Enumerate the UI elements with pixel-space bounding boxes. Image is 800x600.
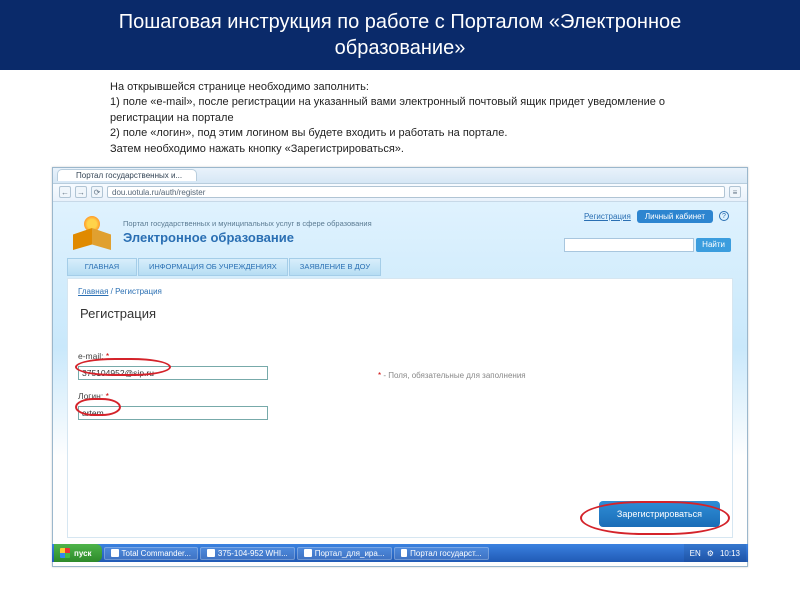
form-row-login: Логин: * xyxy=(78,391,722,421)
nav-home[interactable]: ГЛАВНАЯ xyxy=(67,258,137,276)
favicon-icon xyxy=(64,172,72,180)
login-label: Логин: * xyxy=(78,391,722,401)
app-icon xyxy=(304,549,312,557)
instructions-line-1: 1) поле «e-mail», после регистрации на у… xyxy=(110,95,710,126)
link-register[interactable]: Регистрация xyxy=(584,212,631,221)
language-indicator[interactable]: EN xyxy=(690,549,701,558)
start-button[interactable]: пуск xyxy=(54,544,102,562)
instructions-intro: На открывшейся странице необходимо запол… xyxy=(110,80,710,95)
corner-decoration-tr xyxy=(736,8,792,50)
search-input[interactable] xyxy=(564,238,694,252)
page-heading: Регистрация xyxy=(80,306,722,321)
breadcrumb: Главная / Регистрация xyxy=(78,287,722,296)
browser-tabstrip: Портал государственных и... xyxy=(53,168,747,184)
portal-title: Электронное образование xyxy=(123,230,372,245)
taskbar-item-2[interactable]: 375-104-952 WHI... xyxy=(200,547,295,560)
instructions-block: На открывшейся странице необходимо запол… xyxy=(0,78,800,163)
tab-title: Портал государственных и... xyxy=(76,171,182,180)
system-tray: EN ⚙ 10:13 xyxy=(684,544,746,562)
app-icon xyxy=(207,549,215,557)
portal-subtitle: Портал государственных и муниципальных у… xyxy=(123,219,372,228)
menu-button[interactable]: ≡ xyxy=(729,186,741,198)
help-icon[interactable]: ? xyxy=(719,211,729,221)
main-nav: ГЛАВНАЯ ИНФОРМАЦИЯ ОБ УЧРЕЖДЕНИЯХ ЗАЯВЛЕ… xyxy=(67,258,733,276)
browser-toolbar: ← → ⟳ dou.uotula.ru/auth/register ≡ xyxy=(53,184,747,202)
email-field[interactable] xyxy=(78,366,268,380)
url-text: dou.uotula.ru/auth/register xyxy=(112,188,205,197)
instructions-line-2: 2) поле «логин», под этим логином вы буд… xyxy=(110,126,710,141)
taskbar-item-1[interactable]: Total Commander... xyxy=(104,547,198,560)
app-icon xyxy=(111,549,119,557)
taskbar-item-3[interactable]: Портал_для_ира... xyxy=(297,547,392,560)
browser-window: Портал государственных и... ← → ⟳ dou.uo… xyxy=(52,167,748,567)
slide-title: Пошаговая инструкция по работе с Портало… xyxy=(0,0,800,70)
search-box: Найти xyxy=(564,238,731,252)
login-field[interactable] xyxy=(78,406,268,420)
nav-info[interactable]: ИНФОРМАЦИЯ ОБ УЧРЕЖДЕНИЯХ xyxy=(138,258,288,276)
taskbar-item-4[interactable]: Портал государст... xyxy=(394,547,489,560)
address-bar[interactable]: dou.uotula.ru/auth/register xyxy=(107,186,725,198)
reload-button[interactable]: ⟳ xyxy=(91,186,103,198)
instructions-outro: Затем необходимо нажать кнопку «Зарегист… xyxy=(110,142,710,157)
nav-application[interactable]: ЗАЯВЛЕНИЕ В ДОУ xyxy=(289,258,381,276)
search-button[interactable]: Найти xyxy=(696,238,731,252)
taskbar: пуск Total Commander... 375-104-952 WHI.… xyxy=(52,544,748,562)
page-body: Регистрация Личный кабинет ? Портал госу… xyxy=(53,202,747,566)
form-row-email: e-mail: * xyxy=(78,351,722,381)
breadcrumb-current: Регистрация xyxy=(115,287,162,296)
windows-icon xyxy=(60,548,70,558)
tray-icon[interactable]: ⚙ xyxy=(707,549,714,558)
content-card: Главная / Регистрация Регистрация * - По… xyxy=(67,278,733,538)
register-button[interactable]: Зарегистрироваться xyxy=(599,501,720,527)
email-label: e-mail: * xyxy=(78,351,722,361)
link-cabinet[interactable]: Личный кабинет xyxy=(637,210,713,223)
clock[interactable]: 10:13 xyxy=(720,549,740,558)
app-icon xyxy=(401,549,408,557)
breadcrumb-home[interactable]: Главная xyxy=(78,287,108,296)
forward-button[interactable]: → xyxy=(75,186,87,198)
back-button[interactable]: ← xyxy=(59,186,71,198)
browser-tab[interactable]: Портал государственных и... xyxy=(57,169,197,181)
portal-logo xyxy=(71,214,113,250)
corner-decoration-tl xyxy=(8,8,64,50)
top-links: Регистрация Личный кабинет ? xyxy=(584,210,729,223)
